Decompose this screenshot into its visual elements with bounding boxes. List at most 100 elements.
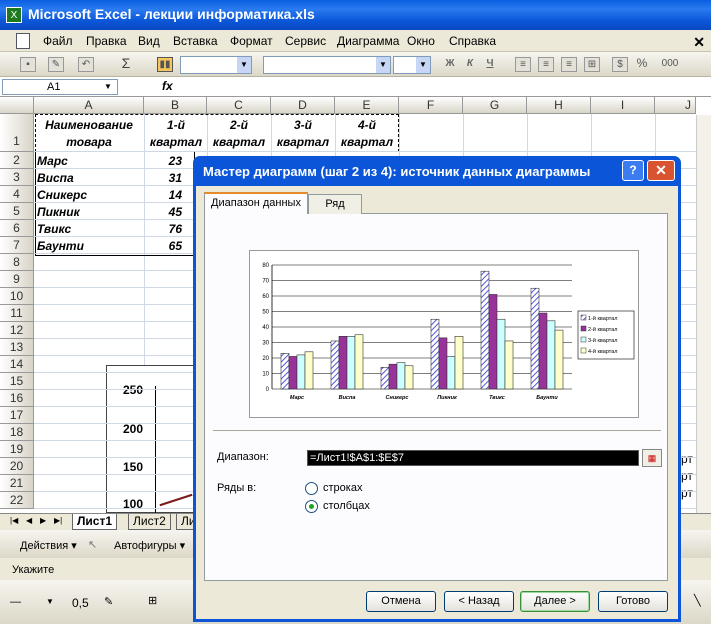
cell-a1-line1[interactable]: Наименование — [36, 118, 142, 132]
row-header[interactable]: 1 — [0, 114, 34, 152]
thousands-button[interactable]: 000 — [658, 57, 682, 72]
excel-icon[interactable]: X — [6, 7, 22, 23]
vertical-scrollbar[interactable] — [696, 115, 711, 513]
row-header[interactable]: 8 — [0, 254, 34, 271]
align-center-icon[interactable]: ≡ — [538, 57, 554, 72]
column-header-b[interactable]: B — [144, 97, 207, 114]
next-button[interactable]: Далее > — [520, 591, 590, 612]
row-header[interactable]: 13 — [0, 339, 34, 356]
percent-button[interactable]: % — [634, 57, 650, 72]
save-icon[interactable]: ▪ — [20, 57, 36, 72]
prev-sheet-icon[interactable]: ◀ — [26, 516, 32, 525]
chevron-down-icon[interactable]: ▼ — [104, 82, 112, 91]
row-header[interactable]: 17 — [0, 407, 34, 424]
column-header-h[interactable]: H — [527, 97, 591, 114]
name-box[interactable]: A1 — [2, 79, 118, 95]
first-sheet-icon[interactable]: |◀ — [10, 516, 18, 525]
cell-c1-line1[interactable]: 2-й — [209, 118, 269, 132]
menu-chart[interactable]: Диаграмма — [337, 34, 399, 48]
align-right-icon[interactable]: ≡ — [561, 57, 577, 72]
menu-file[interactable]: Файл — [43, 34, 73, 48]
row-header[interactable]: 7 — [0, 237, 34, 254]
close-dialog-button[interactable]: ✕ — [647, 160, 675, 181]
sheet-tab-2[interactable]: Лист2 — [128, 514, 171, 530]
line-style-icon[interactable]: — — [10, 596, 21, 608]
row-header[interactable]: 5 — [0, 203, 34, 220]
cancel-button[interactable]: Отмена — [366, 591, 436, 612]
autosum-icon[interactable]: Σ — [118, 56, 134, 72]
pen-color-icon[interactable]: ✎ — [104, 595, 113, 608]
column-header-c[interactable]: C — [207, 97, 271, 114]
select-objects-icon[interactable]: ↖ — [88, 538, 97, 551]
column-header-j[interactable]: J — [655, 97, 696, 114]
document-icon[interactable] — [16, 33, 30, 49]
menu-tools[interactable]: Сервис — [285, 34, 326, 48]
column-header-e[interactable]: E — [335, 97, 399, 114]
row-header[interactable]: 14 — [0, 356, 34, 373]
row-header[interactable]: 4 — [0, 186, 34, 203]
finish-button[interactable]: Готово — [598, 591, 668, 612]
row-header[interactable]: 19 — [0, 441, 34, 458]
row-header[interactable]: 10 — [0, 288, 34, 305]
cell-e1-line1[interactable]: 4-й — [337, 118, 397, 132]
row-header[interactable]: 18 — [0, 424, 34, 441]
line-width-value[interactable]: 0,5 — [72, 596, 89, 610]
row-header[interactable]: 20 — [0, 458, 34, 475]
radio-columns[interactable] — [305, 500, 318, 513]
tab-data-range[interactable]: Диапазон данных — [204, 192, 308, 214]
menu-window[interactable]: Окно — [407, 34, 435, 48]
next-sheet-icon[interactable]: ▶ — [40, 516, 46, 525]
menu-format[interactable]: Формат — [230, 34, 273, 48]
radio-rows-label[interactable]: строках — [323, 482, 362, 494]
tab-series[interactable]: Ряд — [308, 194, 362, 214]
sheet-tab-1[interactable]: Лист1 — [72, 514, 118, 530]
row-header[interactable]: 16 — [0, 390, 34, 407]
menu-view[interactable]: Вид — [138, 34, 160, 48]
row-header[interactable]: 11 — [0, 305, 34, 322]
italic-button[interactable]: К — [462, 57, 478, 72]
font-size-combo[interactable]: ▼ — [393, 56, 431, 74]
range-input[interactable]: =Лист1!$A$1:$E$7 — [307, 450, 639, 466]
undo-icon[interactable]: ↶ — [78, 57, 94, 72]
column-header-f[interactable]: F — [399, 97, 463, 114]
border-icon[interactable]: ⊞ — [148, 594, 157, 607]
column-header-a[interactable]: A — [34, 97, 144, 114]
row-header[interactable]: 2 — [0, 152, 34, 169]
diagonal-line-icon[interactable]: ╲ — [694, 594, 701, 607]
underline-button[interactable]: Ч — [482, 57, 498, 72]
column-header-i[interactable]: I — [591, 97, 655, 114]
cell-c1-line2[interactable]: квартал — [209, 135, 269, 149]
row-header[interactable]: 3 — [0, 169, 34, 186]
select-all-corner[interactable] — [0, 97, 34, 114]
actions-menu[interactable]: Действия ▾ — [20, 539, 77, 552]
back-button[interactable]: < Назад — [444, 591, 514, 612]
format-painter-icon[interactable]: ✎ — [48, 57, 64, 72]
cell-b1-line2[interactable]: квартал — [146, 135, 206, 149]
zoom-combo[interactable]: ▼ — [180, 56, 252, 74]
cell-b1-line1[interactable]: 1-й — [146, 118, 206, 132]
radio-columns-label[interactable]: столбцах — [323, 500, 370, 512]
help-button[interactable]: ? — [622, 160, 644, 181]
currency-icon[interactable]: $ — [612, 57, 628, 72]
cell-d1-line1[interactable]: 3-й — [273, 118, 333, 132]
chart-wizard-icon[interactable]: ▮▮ — [157, 57, 173, 72]
autoshapes-menu[interactable]: Автофигуры ▾ — [114, 539, 185, 552]
row-header[interactable]: 12 — [0, 322, 34, 339]
last-sheet-icon[interactable]: ▶| — [54, 516, 62, 525]
row-header[interactable]: 15 — [0, 373, 34, 390]
menu-edit[interactable]: Правка — [86, 34, 127, 48]
cell-a1-line2[interactable]: товара — [36, 135, 142, 149]
font-combo[interactable]: ▼ — [263, 56, 391, 74]
row-header[interactable]: 21 — [0, 475, 34, 492]
merge-center-icon[interactable]: ⊞ — [584, 57, 600, 72]
close-document-icon[interactable]: ✕ — [693, 34, 705, 51]
row-header[interactable]: 22 — [0, 492, 34, 509]
radio-rows[interactable] — [305, 482, 318, 495]
column-header-g[interactable]: G — [463, 97, 527, 114]
column-header-d[interactable]: D — [271, 97, 335, 114]
fx-icon[interactable]: fx — [162, 79, 173, 93]
collapse-dialog-button[interactable]: ▦ — [642, 449, 662, 467]
bold-button[interactable]: Ж — [442, 57, 458, 72]
row-header[interactable]: 9 — [0, 271, 34, 288]
menu-help[interactable]: Справка — [449, 34, 496, 48]
